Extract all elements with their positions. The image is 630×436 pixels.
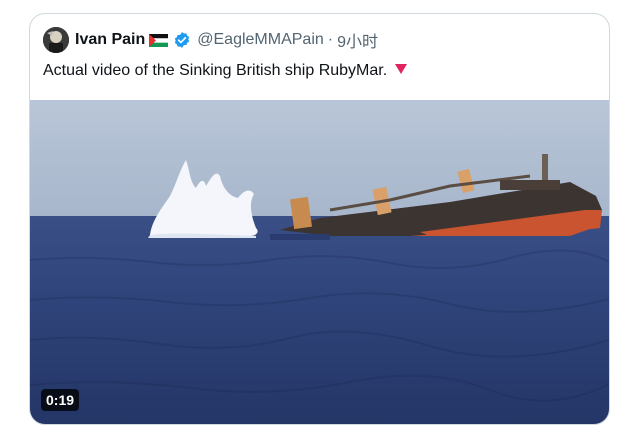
video-duration: 0:19 xyxy=(41,389,80,411)
separator-dot: · xyxy=(327,31,334,48)
author-handle[interactable]: @EagleMMAPain xyxy=(197,31,324,49)
quoted-tweet-card[interactable]: Ivan Pain @EagleMMAPain · 9小时 Actual vid… xyxy=(29,13,610,425)
video-frame xyxy=(30,100,609,424)
tweet-text: Actual video of the Sinking British ship… xyxy=(43,62,408,80)
palestine-flag-icon xyxy=(149,33,169,47)
red-triangle-down-icon xyxy=(395,64,408,74)
timestamp[interactable]: 9小时 xyxy=(337,28,378,52)
avatar[interactable] xyxy=(43,27,69,53)
verified-badge-icon xyxy=(173,31,191,49)
video-player[interactable]: 0:19 xyxy=(30,100,609,424)
tweet-header: Ivan Pain @EagleMMAPain · 9小时 xyxy=(43,27,378,53)
tweet-body: Actual video of the Sinking British ship… xyxy=(43,62,388,79)
author-name[interactable]: Ivan Pain xyxy=(75,31,145,49)
